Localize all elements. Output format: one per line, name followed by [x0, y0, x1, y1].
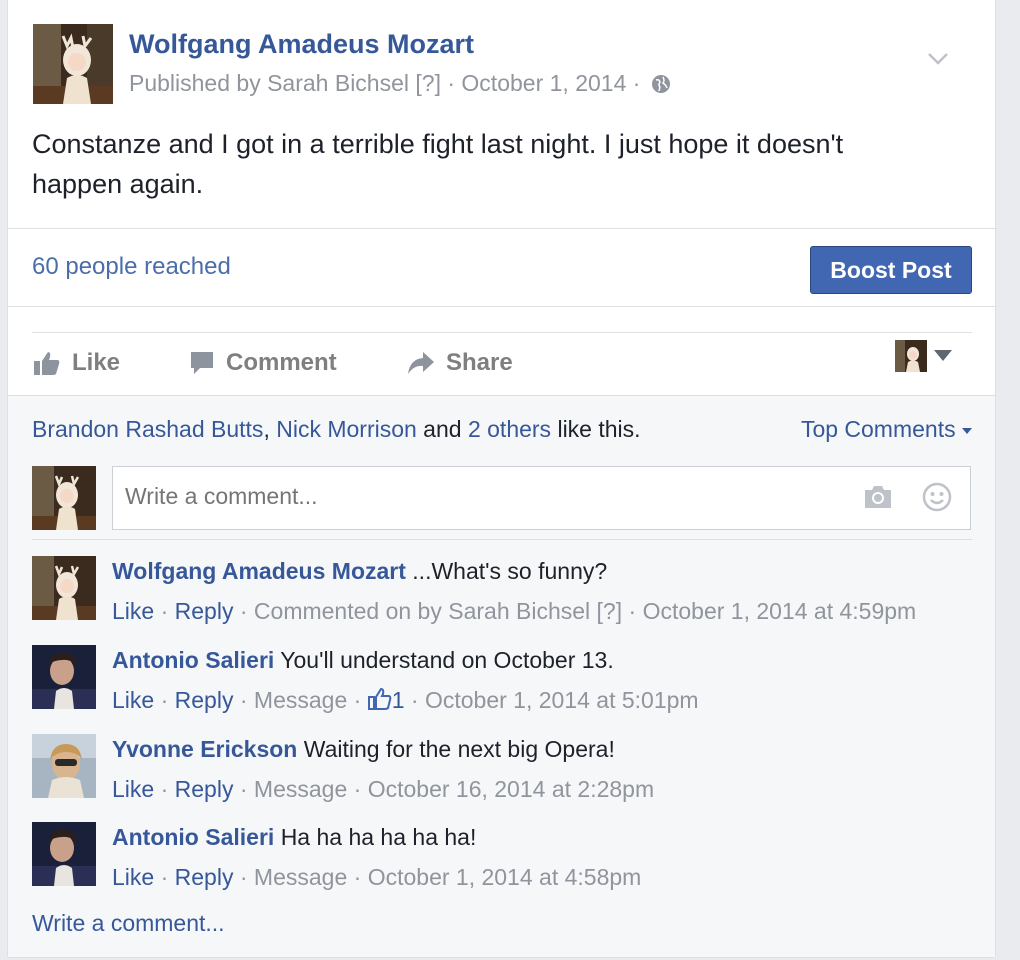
top-comments-label: Top Comments	[800, 416, 956, 442]
comment-avatar[interactable]	[32, 645, 96, 709]
author-avatar[interactable]	[33, 24, 113, 104]
like-label: Like	[72, 349, 121, 376]
help-marker[interactable]: [?]	[415, 70, 441, 96]
comment-author[interactable]: Yvonne Erickson	[112, 736, 297, 762]
comment-text: Ha ha ha ha ha ha!	[280, 824, 477, 850]
people-reached-link[interactable]: 60 people reached	[32, 253, 231, 281]
share-button[interactable]: Share	[406, 343, 513, 383]
emoji-icon[interactable]	[922, 482, 952, 512]
commenter-avatar	[32, 466, 96, 530]
comment-text: Waiting for the next big Opera!	[303, 736, 615, 762]
comment-time[interactable]: October 1, 2014 at 4:58pm	[368, 864, 642, 890]
comment-like-count[interactable]: 1	[392, 687, 405, 713]
comment-extra[interactable]: Message	[254, 776, 347, 802]
likes-comma: ,	[263, 416, 277, 442]
divider	[8, 306, 995, 307]
comment-reply-link[interactable]: Reply	[175, 864, 234, 890]
camera-icon[interactable]	[862, 483, 894, 511]
comment-meta: Like · Reply · Commented on by Sarah Bic…	[112, 598, 917, 624]
comment-meta: Like · Reply · Message · 1 · October 1, …	[112, 687, 699, 713]
post-date[interactable]: October 1, 2014	[461, 70, 626, 96]
comment-like-link[interactable]: Like	[112, 776, 154, 802]
liker-name[interactable]: Brandon Rashad Butts	[32, 416, 263, 442]
comment-item: Wolfgang Amadeus Mozart ...What's so fun…	[32, 556, 972, 636]
page-selector-avatar[interactable]	[895, 340, 927, 372]
meta-separator: ·	[447, 70, 462, 96]
chevron-down-icon[interactable]	[927, 52, 949, 66]
like-button[interactable]: Like	[32, 343, 120, 383]
top-comments-dropdown[interactable]: Top Comments	[801, 416, 972, 443]
likes-suffix: like this.	[551, 416, 641, 442]
liker-name[interactable]: Nick Morrison	[276, 416, 417, 442]
share-arrow-icon	[408, 352, 434, 374]
comment-avatar[interactable]	[32, 556, 96, 620]
comment-author[interactable]: Antonio Salieri	[112, 824, 274, 850]
comment-extra[interactable]: Message	[254, 687, 347, 713]
likes-and: and	[416, 416, 468, 442]
comment-time[interactable]: October 1, 2014 at 5:01pm	[425, 687, 699, 713]
divider	[8, 228, 995, 229]
comment-body: Wolfgang Amadeus Mozart ...What's so fun…	[112, 558, 607, 585]
comment-input[interactable]	[125, 467, 825, 525]
comment-author[interactable]: Wolfgang Amadeus Mozart	[112, 558, 406, 584]
comment-body: Yvonne Erickson Waiting for the next big…	[112, 736, 615, 763]
post-meta: Published by Sarah Bichsel [?] · October…	[129, 70, 671, 97]
comment-reply-link[interactable]: Reply	[175, 776, 234, 802]
comment-meta: Like · Reply · Message · October 16, 201…	[112, 776, 655, 802]
comment-avatar[interactable]	[32, 734, 96, 798]
write-comment-link[interactable]: Write a comment...	[32, 910, 225, 937]
comment-like-link[interactable]: Like	[112, 598, 154, 624]
comment-text: You'll understand on October 13.	[280, 647, 614, 673]
post-card: Wolfgang Amadeus Mozart Published by Sar…	[7, 0, 996, 958]
globe-icon[interactable]	[651, 74, 671, 94]
comment-like-link[interactable]: Like	[112, 687, 154, 713]
like-count-thumb-icon	[367, 687, 392, 710]
comment-reply-link[interactable]: Reply	[175, 598, 234, 624]
comment-item: Antonio Salieri Ha ha ha ha ha ha! Like …	[32, 822, 972, 902]
comment-avatar[interactable]	[32, 822, 96, 886]
boost-post-button[interactable]: Boost Post	[810, 246, 972, 294]
post-text: Constanze and I got in a terrible fight …	[32, 129, 844, 199]
comment-body: Antonio Salieri Ha ha ha ha ha ha!	[112, 824, 476, 851]
caret-down-icon[interactable]	[934, 350, 952, 361]
published-by: Published by Sarah Bichsel	[129, 70, 409, 96]
caret-down-icon	[962, 428, 972, 434]
divider	[32, 539, 972, 540]
comment-item: Yvonne Erickson Waiting for the next big…	[32, 734, 972, 814]
divider	[32, 332, 972, 333]
comment-button[interactable]: Comment	[188, 343, 337, 383]
comment-input-box	[112, 466, 971, 530]
comment-body: Antonio Salieri You'll understand on Oct…	[112, 647, 614, 674]
comments-section: Brandon Rashad Butts, Nick Morrison and …	[8, 395, 995, 957]
comment-bubble-icon	[191, 352, 213, 374]
comment-time[interactable]: October 1, 2014 at 4:59pm	[643, 598, 917, 624]
comment-reply-link[interactable]: Reply	[175, 687, 234, 713]
post-header: Wolfgang Amadeus Mozart Published by Sar…	[33, 24, 973, 114]
post-author-name[interactable]: Wolfgang Amadeus Mozart	[129, 29, 474, 60]
comment-text: ...What's so funny?	[412, 558, 608, 584]
meta-separator: ·	[632, 70, 647, 96]
comment-author[interactable]: Antonio Salieri	[112, 647, 274, 673]
comment-like-link[interactable]: Like	[112, 864, 154, 890]
comment-label: Comment	[226, 349, 337, 376]
comment-time[interactable]: October 16, 2014 at 2:28pm	[368, 776, 654, 802]
comment-extra: Commented on by Sarah Bichsel [?]	[253, 598, 623, 624]
comment-extra[interactable]: Message	[254, 864, 347, 890]
others-link[interactable]: 2 others	[468, 416, 551, 442]
comment-meta: Like · Reply · Message · October 1, 2014…	[112, 864, 642, 890]
comment-item: Antonio Salieri You'll understand on Oct…	[32, 645, 972, 725]
likes-summary: Brandon Rashad Butts, Nick Morrison and …	[32, 416, 641, 443]
thumbs-up-icon	[34, 352, 60, 375]
share-label: Share	[446, 349, 513, 376]
